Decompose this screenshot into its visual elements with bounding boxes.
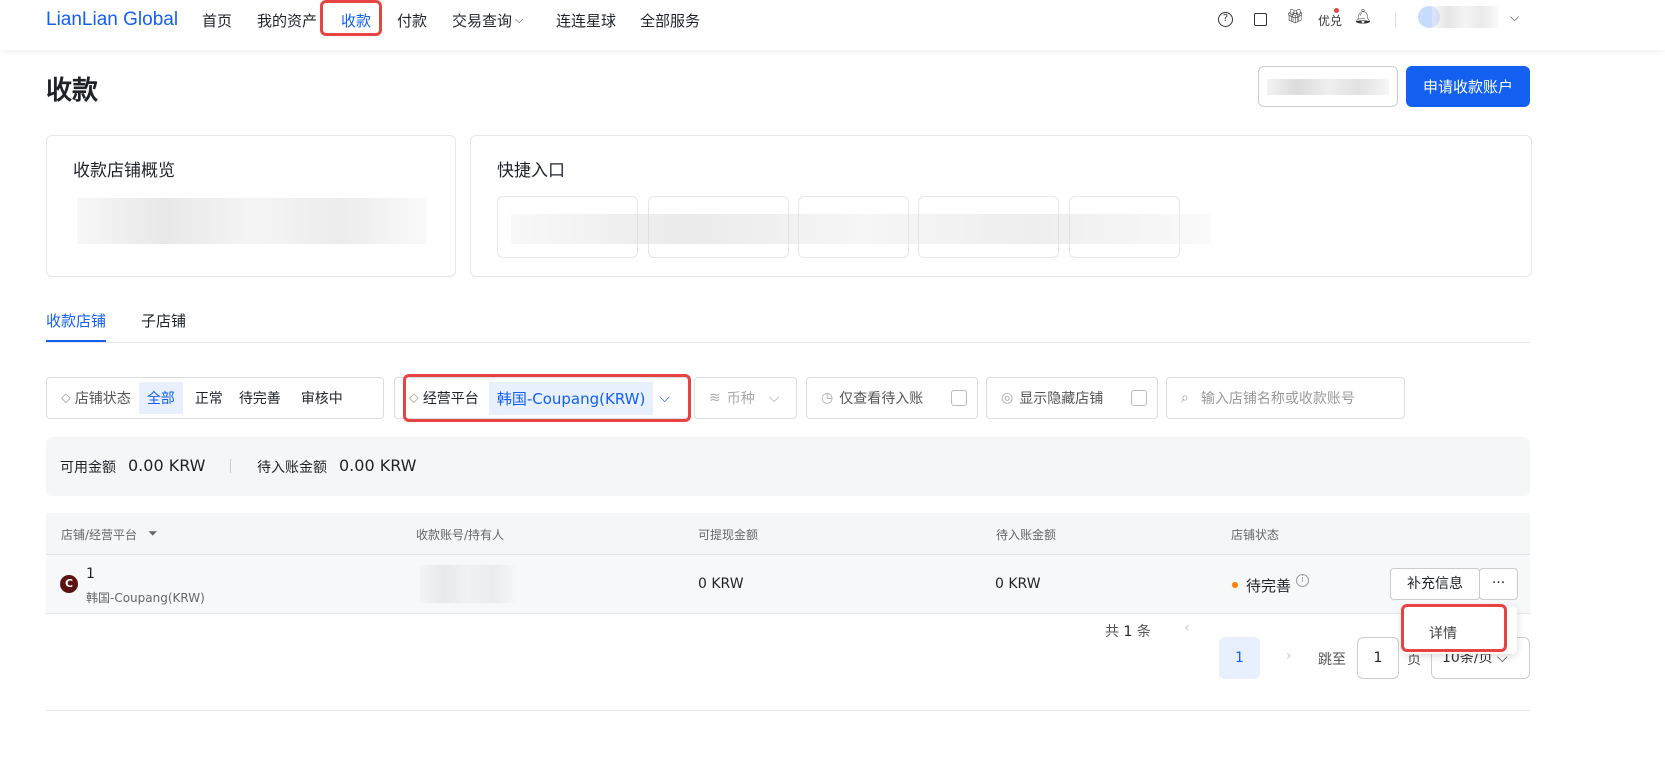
- header-pending: 待入账金额: [996, 528, 1057, 542]
- platform-avatar: C: [60, 575, 78, 593]
- store-name[interactable]: 1: [86, 566, 95, 582]
- pending-only-label: 仅查看待入账: [839, 391, 924, 407]
- blurred-button[interactable]: [1258, 66, 1398, 107]
- store-platform: 韩国-Coupang(KRW): [86, 591, 205, 605]
- status-text: 待完善: [1246, 577, 1292, 595]
- available-value: 0.00 KRW: [128, 456, 206, 475]
- show-hidden-filter[interactable]: ◎ 显示隐藏店铺: [986, 377, 1158, 419]
- divider: [1395, 13, 1396, 27]
- bell-icon[interactable]: 🔔︎: [1354, 9, 1372, 25]
- info-icon[interactable]: i: [1296, 574, 1309, 587]
- pending-label: 待入账金额: [257, 460, 327, 476]
- blurred-content: [77, 198, 427, 244]
- status-review[interactable]: 审核中: [301, 388, 343, 408]
- overview-card: 收款店铺概览: [46, 135, 456, 277]
- help-icon[interactable]: ?: [1218, 12, 1233, 27]
- filter-icon[interactable]: ⏷: [148, 526, 158, 541]
- chevron-down-icon[interactable]: ⌵: [1510, 10, 1519, 25]
- withdrawable-amount: 0 KRW: [698, 576, 744, 592]
- header-account: 收款账号/持有人: [416, 528, 505, 542]
- status-pending[interactable]: 待完善: [239, 388, 281, 408]
- tabs-divider: [46, 342, 1530, 343]
- youdui-link[interactable]: 优兑: [1318, 12, 1342, 29]
- show-hidden-checkbox[interactable]: [1131, 390, 1147, 406]
- top-nav: LianLian Global 首页 我的资产 收款 付款 交易查询 ⌵ 连连星…: [0, 0, 1665, 50]
- header-store: 店铺/经营平台: [61, 528, 138, 542]
- summary-bar: 可用金额 0.00 KRW 待入账金额 0.00 KRW: [46, 437, 1530, 496]
- currency-select[interactable]: ≋ 币种 ⌵: [694, 377, 797, 419]
- logo[interactable]: LianLian Global: [46, 9, 178, 31]
- nav-transactions[interactable]: 交易查询: [452, 10, 512, 31]
- pending-value: 0.00 KRW: [339, 456, 417, 475]
- search-input[interactable]: ⌕ 输入店铺名称或收款账号: [1166, 377, 1405, 419]
- nav-assets[interactable]: 我的资产: [257, 10, 317, 31]
- clock-icon: ◷: [821, 390, 834, 406]
- page-title: 收款: [46, 76, 99, 106]
- blurred-content: [511, 214, 1211, 244]
- divider: [46, 710, 1530, 711]
- supplement-info-button[interactable]: 补充信息: [1390, 568, 1480, 600]
- nav-planet[interactable]: 连连星球: [556, 10, 616, 31]
- pagination-total: 共 1 条: [1105, 624, 1151, 640]
- tab-collect-stores[interactable]: 收款店铺: [46, 310, 106, 331]
- table-row: C 1 韩国-Coupang(KRW) 0 KRW 0 KRW 待完善 i 补充…: [46, 555, 1530, 614]
- more-button[interactable]: ···: [1479, 568, 1518, 600]
- divider: [230, 459, 231, 473]
- available-label: 可用金额: [60, 460, 116, 476]
- next-page-icon[interactable]: ›: [1286, 648, 1292, 664]
- tab-sub-stores[interactable]: 子店铺: [141, 310, 186, 331]
- pending-only-checkbox[interactable]: [951, 390, 967, 406]
- jump-input[interactable]: 1: [1357, 637, 1399, 679]
- search-icon: ⌕: [1181, 390, 1189, 406]
- show-hidden-label: 显示隐藏店铺: [1019, 391, 1104, 407]
- nav-pay[interactable]: 付款: [397, 10, 427, 31]
- chevron-down-icon: ⌵: [768, 390, 780, 406]
- status-filter: ⬦ 店铺状态 全部 正常 待完善 审核中: [46, 377, 384, 419]
- status-all[interactable]: 全部: [138, 382, 183, 414]
- overview-title: 收款店铺概览: [73, 161, 175, 181]
- currency-placeholder: 币种: [726, 391, 755, 407]
- status-label: 店铺状态: [74, 391, 131, 407]
- header-withdrawable: 可提现金额: [698, 528, 759, 542]
- apply-account-button[interactable]: 申请收款账户: [1406, 66, 1530, 107]
- notification-dot: [1334, 8, 1339, 13]
- chevron-down-icon: ⌵: [515, 13, 524, 26]
- quick-title: 快捷入口: [497, 161, 565, 181]
- nav-all-services[interactable]: 全部服务: [640, 10, 700, 31]
- database-icon: ≋: [709, 390, 721, 406]
- blurred-account: [420, 565, 516, 603]
- username-blurred: [1432, 6, 1498, 28]
- nav-home[interactable]: 首页: [202, 10, 232, 31]
- pending-only-filter[interactable]: ◷ 仅查看待入账: [806, 377, 978, 419]
- calendar-icon[interactable]: [1254, 13, 1267, 26]
- eye-off-icon: ◎: [1001, 390, 1014, 406]
- header-status: 店铺状态: [1231, 528, 1280, 542]
- status-dot: [1232, 582, 1238, 588]
- nav-collect[interactable]: 收款: [341, 10, 371, 31]
- table-header: [46, 513, 1530, 555]
- page-1[interactable]: 1: [1219, 637, 1260, 679]
- pending-amount: 0 KRW: [995, 576, 1041, 592]
- search-placeholder: 输入店铺名称或收款账号: [1200, 391, 1355, 407]
- jump-label: 跳至: [1318, 652, 1346, 668]
- quick-entry-card: 快捷入口: [470, 135, 1532, 277]
- status-normal[interactable]: 正常: [195, 388, 223, 408]
- tag-icon: ⬦: [61, 390, 71, 406]
- highlight-box: [1401, 604, 1507, 652]
- prev-page-icon[interactable]: ‹: [1184, 620, 1190, 636]
- gift-icon[interactable]: 🎁︎: [1286, 9, 1304, 25]
- highlight-box: [403, 374, 691, 422]
